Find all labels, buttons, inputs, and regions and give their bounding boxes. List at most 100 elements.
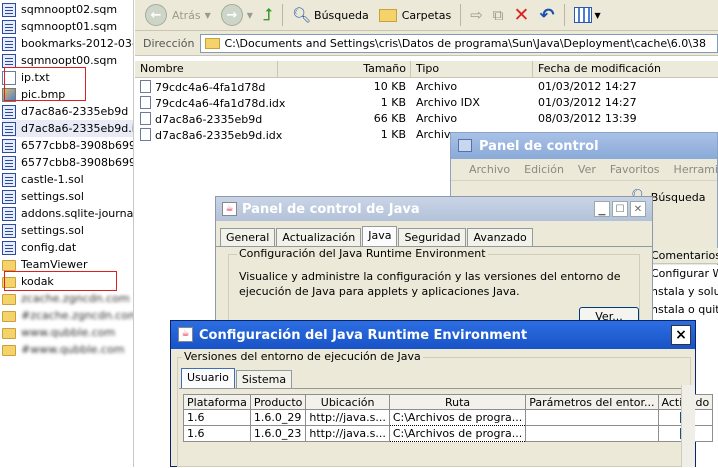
undo-button[interactable]: ↶ (535, 2, 558, 28)
forward-arrow-icon: → (220, 4, 243, 26)
tab-sistema[interactable]: Sistema (235, 370, 293, 388)
menu-favoritos[interactable]: Favoritos (610, 163, 660, 176)
document-icon (2, 155, 16, 170)
document-icon (2, 223, 16, 238)
file-row[interactable]: 79cdc4a6-4fa1d78d 10 KB Archivo 01/03/2012 … (135, 79, 718, 95)
tree-item[interactable]: d7ac8a6-2335eb9d.idx (2, 120, 133, 137)
tree-item[interactable]: 6577cbb8-3908b699 (2, 154, 133, 171)
document-icon (2, 19, 16, 34)
cell-params[interactable] (525, 425, 659, 442)
java-control-panel-window: ☕ Panel de control de Java ▁ ☐ ✕ General… (215, 196, 653, 327)
column-header-product[interactable]: Producto (249, 394, 307, 410)
up-folder-button[interactable]: ⮥ (259, 2, 277, 28)
tab-usuario[interactable]: Usuario (181, 368, 235, 388)
tab-avanzado[interactable]: Avanzado (467, 228, 533, 246)
menu-ver[interactable]: Ver (578, 163, 596, 176)
minimize-button[interactable]: ▁ (594, 201, 610, 217)
maximize-button[interactable]: ☐ (612, 201, 628, 217)
dialog-scrollbar[interactable] (681, 385, 695, 467)
tab-actualizacion[interactable]: Actualización (276, 228, 362, 246)
file-row[interactable]: 79cdc4a6-4fa1d78d.idx 1 KB Archivo IDX 01/0… (135, 95, 718, 111)
menu-edicion[interactable]: Edición (524, 163, 564, 176)
move-to-button[interactable]: ⇨ (466, 2, 487, 28)
tree-item[interactable]: addons.sqlite-journal (2, 205, 133, 222)
column-header-location[interactable]: Ubicación (305, 394, 390, 410)
menu-archivo[interactable]: Archivo (469, 163, 510, 176)
close-button[interactable]: ✕ (630, 201, 646, 217)
java-panel-titlebar[interactable]: ☕ Panel de control de Java ▁ ☐ ✕ (216, 197, 652, 221)
tab-general[interactable]: General (220, 228, 276, 246)
column-header-path[interactable]: Ruta (388, 394, 527, 410)
control-panel-column-header[interactable]: Comentarios (649, 248, 718, 264)
tree-item[interactable]: bookmarks-2012-03-08 (2, 35, 133, 52)
tree-item-label: d7ac8a6-2335eb9d.idx (21, 122, 133, 135)
tab-java[interactable]: Java (362, 226, 398, 246)
views-button[interactable]: ▼ (570, 2, 605, 28)
file-size: 66 KB (373, 112, 406, 125)
column-header-size[interactable]: Tamaño (278, 61, 411, 78)
close-button[interactable]: × (671, 325, 691, 345)
file-icon (140, 112, 151, 125)
jre-dialog-titlebar[interactable]: ☕ Configuración del Java Runtime Environ… (171, 321, 695, 349)
tree-item[interactable]: d7ac8a6-2335eb9d (2, 103, 128, 120)
cell-path[interactable]: C:\Archivos de progra... (388, 425, 527, 442)
file-name: 79cdc4a6-4fa1d78d.idx (140, 96, 285, 110)
copy-to-button[interactable]: ⧉ (489, 2, 508, 28)
control-panel-titlebar[interactable]: Panel de control (451, 133, 717, 159)
java-cup-icon: ☕ (222, 202, 237, 216)
search-button[interactable]: 🔍︎ Búsqueda (288, 2, 373, 28)
tree-item[interactable]: zcache.zgncdn.com (2, 290, 130, 307)
column-header-modified[interactable]: Fecha de modificación (533, 61, 718, 78)
java-panel-title: Panel de control de Java (242, 201, 420, 217)
column-header-name[interactable]: Nombre (135, 61, 278, 78)
tree-item[interactable]: settings.sol (2, 188, 84, 205)
tree-item[interactable]: sqmnoopt01.sqm (2, 18, 117, 35)
file-name: 79cdc4a6-4fa1d78d (140, 80, 265, 94)
jre-dialog-title: Configuración del Java Runtime Environme… (199, 327, 528, 343)
tree-item[interactable]: 6577cbb8-3908b699.idx (2, 137, 133, 154)
file-size: 1 KB (380, 128, 406, 141)
column-header-params[interactable]: Parámetros del entor... (525, 394, 659, 410)
menu-herramientas[interactable]: Herramie (674, 163, 718, 176)
folder-icon (378, 8, 397, 22)
file-type: Archivo (416, 80, 458, 93)
document-icon (2, 172, 16, 187)
file-name-text: 79cdc4a6-4fa1d78d (155, 81, 266, 94)
forward-button[interactable]: → ▼ (217, 2, 257, 28)
cell-params[interactable] (525, 409, 659, 426)
cell-location: http://java.s... (305, 409, 390, 426)
file-list-header: Nombre Tamaño Tipo Fecha de modificación (135, 61, 718, 78)
tree-item[interactable]: www.qubble.com (2, 324, 115, 341)
file-name: d7ac8a6-2335eb9d (140, 112, 262, 126)
tab-seguridad[interactable]: Seguridad (398, 228, 467, 246)
file-size: 10 KB (373, 80, 406, 93)
java-cup-icon: ☕ (178, 327, 193, 342)
column-header-type[interactable]: Tipo (411, 61, 533, 78)
tree-item-label: TeamViewer (21, 258, 88, 271)
tree-item[interactable]: config.dat (2, 239, 76, 256)
highlight-box-kodak (4, 271, 117, 291)
file-name: d7ac8a6-2335eb9d.idx (140, 128, 282, 142)
delete-button[interactable]: ✕ (510, 2, 534, 28)
table-row[interactable]: 1.6 1.6.0_23 http://java.s... C:\Archivo… (183, 425, 714, 442)
file-icon (140, 128, 151, 141)
column-header-platform[interactable]: Plataforma (183, 394, 251, 410)
jre-versions-group-title: Versiones del entorno de ejecución de Ja… (182, 350, 423, 363)
tree-item[interactable]: #zcache.zgncdn.com (2, 307, 133, 324)
tree-item[interactable]: castle-1.sol (2, 171, 84, 188)
cell-path[interactable]: C:\Archivos de progra... (388, 409, 527, 426)
tree-item[interactable]: sqmnoopt02.sqm (2, 1, 117, 18)
file-row[interactable]: d7ac8a6-2335eb9d 66 KB Archivo 08/03/2012 1… (135, 111, 718, 127)
folders-button[interactable]: Carpetas (375, 2, 455, 28)
address-field[interactable]: C:\Documents and Settings\cris\Datos de … (200, 33, 718, 53)
tree-item[interactable]: #www.qubble.com (2, 341, 124, 358)
highlight-box-ip-pic (4, 67, 86, 101)
folder-icon (2, 345, 16, 356)
cell-platform: 1.6 (183, 425, 251, 442)
document-icon (2, 121, 16, 136)
cell-product: 1.6.0_29 (249, 409, 307, 426)
table-row[interactable]: 1.6 1.6.0_29 http://java.s... C:\Archivo… (183, 409, 714, 426)
tree-item[interactable]: settings.sol (2, 222, 84, 239)
chevron-down-icon: ▼ (246, 10, 253, 20)
back-button[interactable]: ← Atrás ▼ (141, 2, 215, 28)
